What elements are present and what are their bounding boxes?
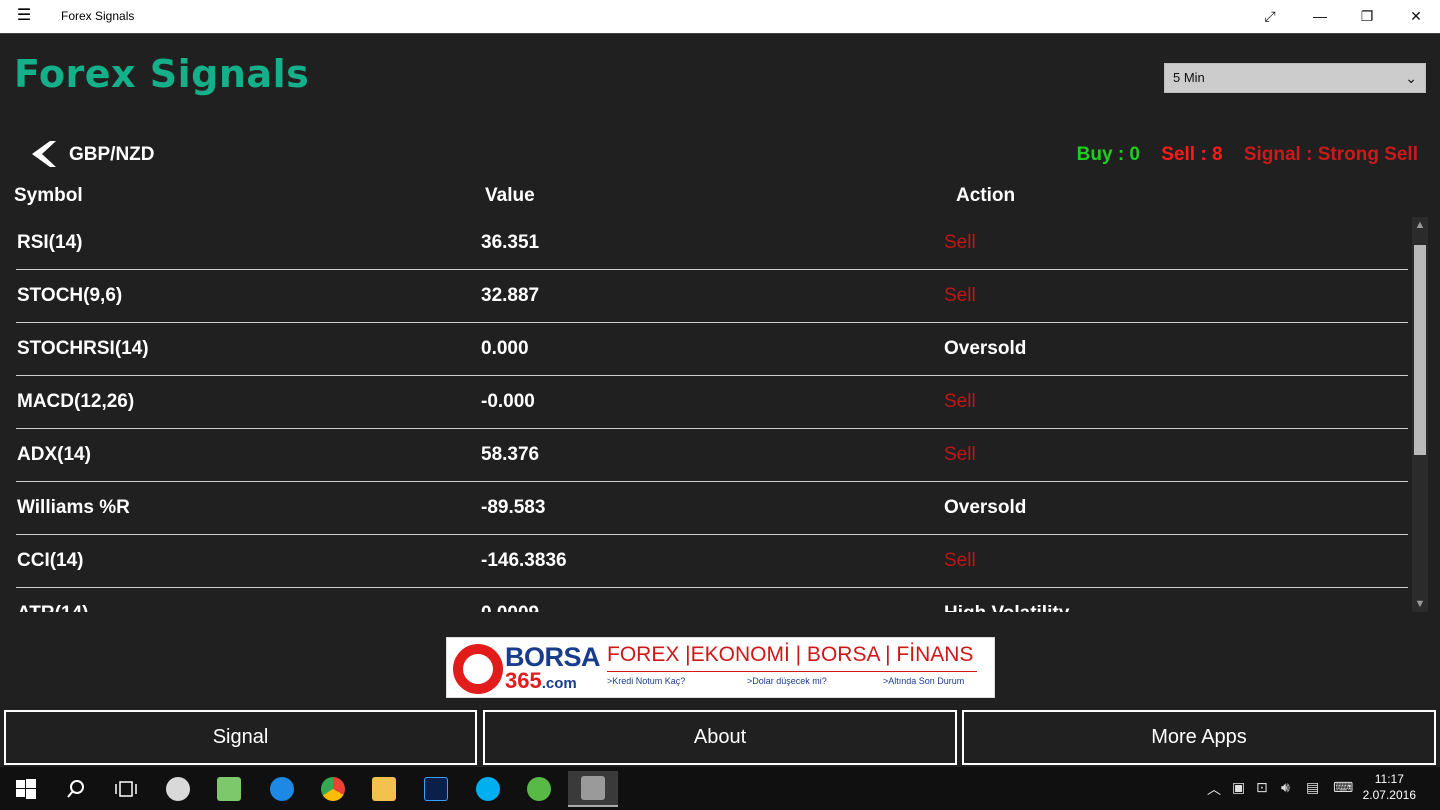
edge-browser-icon[interactable]	[264, 771, 300, 807]
row-symbol: STOCH(9,6)	[17, 285, 123, 306]
row-action: Sell	[944, 232, 976, 253]
file-explorer-icon[interactable]	[366, 771, 402, 807]
hamburger-icon[interactable]: ☰	[10, 6, 38, 26]
task-view-icon[interactable]	[108, 771, 144, 807]
table-row: MACD(12,26) -0.000 Sell	[16, 376, 1408, 429]
table-row: ADX(14) 58.376 Sell	[16, 429, 1408, 482]
skype-app-icon[interactable]	[470, 771, 506, 807]
indicator-list[interactable]: RSI(14) 36.351 Sell STOCH(9,6) 32.887 Se…	[0, 217, 1410, 612]
signal-summary: Buy : 0 Sell : 8 Signal : Strong Sell	[1077, 144, 1418, 166]
signal-button[interactable]: Signal	[4, 710, 477, 765]
row-value: -146.3836	[481, 550, 567, 571]
row-action: Sell	[944, 285, 976, 306]
row-action: High Volatility	[944, 603, 1069, 612]
row-value: 0.0009	[481, 603, 539, 612]
banner-headline: FOREX |EKONOMİ | BORSA | FİNANS	[607, 643, 974, 666]
about-button[interactable]: About	[483, 710, 957, 765]
buy-count: Buy : 0	[1076, 144, 1140, 165]
row-action: Oversold	[944, 338, 1027, 359]
row-symbol: Williams %R	[17, 497, 130, 518]
banner-logo-digits: 365	[505, 668, 542, 693]
row-symbol: RSI(14)	[17, 232, 83, 253]
timeframe-value: 5 Min	[1173, 70, 1205, 85]
row-value: -89.583	[481, 497, 546, 518]
start-windows-icon[interactable]	[8, 771, 44, 807]
system-clock[interactable]: 11:17 2.07.2016	[1363, 771, 1416, 803]
table-row: Williams %R -89.583 Oversold	[16, 482, 1408, 535]
search-icon[interactable]	[58, 771, 94, 807]
volume-icon[interactable]: 🔊︎	[1281, 779, 1290, 796]
notepad-app-icon[interactable]	[211, 771, 247, 807]
network-icon[interactable]: ⊡	[1256, 779, 1268, 796]
utorrent-app-icon[interactable]	[521, 771, 557, 807]
row-symbol: STOCHRSI(14)	[17, 338, 149, 359]
chevron-down-icon: ⌄	[1405, 70, 1417, 86]
row-action: Sell	[944, 550, 976, 571]
more-apps-button[interactable]: More Apps	[962, 710, 1436, 765]
sell-count: Sell : 8	[1161, 144, 1223, 165]
pair-name: GBP/NZD	[69, 144, 155, 165]
clock-time: 11:17	[1374, 772, 1404, 786]
row-symbol: ATR(14)	[17, 603, 88, 612]
expand-icon[interactable]: ⤢	[1246, 0, 1294, 33]
tray-app-icon[interactable]: ▣	[1232, 779, 1245, 796]
window-title: Forex Signals	[61, 9, 135, 23]
row-value: -0.000	[481, 391, 535, 412]
forex-signals-app-icon[interactable]	[568, 771, 618, 807]
row-symbol: CCI(14)	[17, 550, 84, 571]
restore-icon[interactable]: ❐	[1343, 0, 1391, 33]
overall-signal: Signal : Strong Sell	[1243, 144, 1418, 165]
row-symbol: ADX(14)	[17, 444, 91, 465]
show-hidden-icons-icon[interactable]: ︿	[1207, 779, 1221, 799]
action-center-icon[interactable]: ▤	[1306, 779, 1319, 796]
row-value: 0.000	[481, 338, 529, 359]
timeframe-select[interactable]: 5 Min ⌄	[1164, 63, 1426, 93]
clock-date: 2.07.2016	[1362, 788, 1416, 802]
keyboard-icon[interactable]: ⌨	[1333, 779, 1353, 796]
minimize-icon[interactable]: —	[1296, 0, 1344, 33]
banner-logo-number: 365.com	[505, 668, 577, 694]
row-action: Sell	[944, 391, 976, 412]
row-action: Sell	[944, 444, 976, 465]
table-row: ATR(14) 0.0009 High Volatility	[16, 588, 1408, 612]
row-value: 58.376	[481, 444, 540, 465]
close-icon[interactable]: ✕	[1392, 0, 1440, 33]
column-header-symbol: Symbol	[14, 185, 83, 206]
back-arrow-icon[interactable]	[28, 139, 58, 169]
column-header-value: Value	[485, 185, 535, 206]
table-row: STOCHRSI(14) 0.000 Oversold	[16, 323, 1408, 376]
taskbar: ︿ ▣ ⊡ 🔊︎ ▤ ⌨ 11:17 2.07.2016	[0, 767, 1440, 810]
row-action: Oversold	[944, 497, 1027, 518]
scroll-down-icon[interactable]: ▼	[1412, 596, 1428, 612]
photoshop-app-icon[interactable]	[418, 771, 454, 807]
banner-link: >Dolar düşecek mi?	[747, 676, 827, 686]
row-value: 32.887	[481, 285, 540, 306]
ad-banner[interactable]: BORSA 365.com FOREX |EKONOMİ | BORSA | F…	[446, 637, 995, 698]
brand-title: Forex Signals	[14, 52, 310, 96]
table-row: RSI(14) 36.351 Sell	[16, 217, 1408, 270]
row-symbol: MACD(12,26)	[17, 391, 135, 412]
chrome-browser-icon[interactable]	[315, 771, 351, 807]
scrollbar-thumb[interactable]	[1414, 245, 1426, 455]
banner-logo-tld: .com	[541, 675, 577, 692]
table-row: STOCH(9,6) 32.887 Sell	[16, 270, 1408, 323]
app-content: Forex Signals 5 Min ⌄ GBP/NZD Buy : 0 Se…	[0, 33, 1440, 767]
banner-link: >Kredi Notum Kaç?	[607, 676, 686, 686]
column-header-action: Action	[956, 185, 1016, 206]
scroll-up-icon[interactable]: ▲	[1412, 217, 1428, 233]
list-scrollbar[interactable]: ▲ ▼	[1412, 217, 1428, 612]
row-value: 36.351	[481, 232, 540, 253]
banner-link: >Altında Son Durum	[883, 676, 965, 686]
table-row: CCI(14) -146.3836 Sell	[16, 535, 1408, 588]
title-bar: ☰ Forex Signals ⤢ — ❐ ✕	[0, 0, 1440, 33]
paint-app-icon[interactable]	[160, 771, 196, 807]
